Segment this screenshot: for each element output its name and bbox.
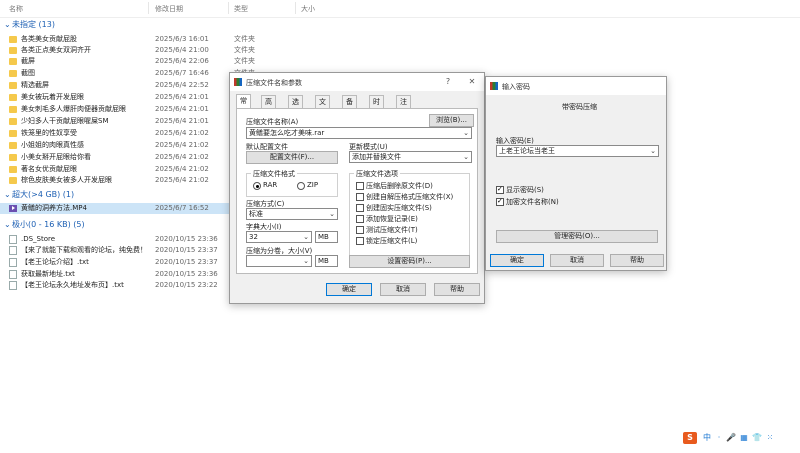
archive-name-input[interactable]: 黄鳝要怎么吃才美味.rar ⌄	[246, 127, 472, 139]
folder-icon	[9, 177, 17, 184]
archive-dialog-titlebar[interactable]: 压缩文件名和参数 ? ✕	[230, 73, 484, 91]
password-cancel-button[interactable]: 取消	[550, 254, 604, 267]
chevron-down-icon: ⌄	[4, 220, 11, 229]
toolbox-icon[interactable]: ⁙	[765, 432, 775, 444]
folder-icon	[9, 70, 17, 77]
chevron-down-icon: ⌄	[4, 190, 11, 199]
update-mode-select[interactable]: 添加并替换文件 ⌄	[349, 151, 472, 163]
tab-options[interactable]: 选项	[288, 95, 303, 118]
browse-button[interactable]: 浏览(B)...	[429, 114, 474, 127]
format-group: 压缩文件格式 RAR ZIP	[246, 169, 338, 197]
format-zip-radio[interactable]	[297, 182, 305, 190]
dict-size-select[interactable]: 32 ⌄	[246, 231, 312, 243]
folder-icon	[9, 154, 17, 161]
chevron-down-icon: ⌄	[329, 210, 335, 218]
folder-icon	[9, 106, 17, 113]
column-name[interactable]: 名称	[9, 4, 23, 14]
winrar-icon	[490, 82, 498, 90]
chevron-down-icon: ⌄	[650, 147, 656, 155]
list-item[interactable]: 截屏 2025/6/4 22:06 文件夹	[0, 56, 800, 67]
file-icon	[9, 235, 17, 244]
folder-icon	[9, 47, 17, 54]
split-size-input[interactable]: ⌄	[246, 255, 312, 267]
archive-name-label: 压缩文件名称(A)	[246, 118, 299, 126]
delete-after-checkbox[interactable]	[356, 182, 364, 190]
password-ok-button[interactable]: 确定	[490, 254, 544, 267]
help-icon[interactable]: ?	[442, 76, 454, 88]
column-type[interactable]: 类型	[234, 4, 248, 14]
file-icon	[9, 258, 17, 267]
file-icon	[9, 270, 17, 279]
folder-icon	[9, 82, 17, 89]
profiles-button[interactable]: 配置文件(F)...	[246, 151, 338, 164]
keyboard-icon[interactable]: ▦	[739, 432, 749, 444]
password-input[interactable]: 上老王论坛当老王 ⌄	[496, 145, 659, 157]
column-header: 名称 修改日期 类型 大小	[0, 0, 800, 18]
test-checkbox[interactable]	[356, 226, 364, 234]
split-unit-select[interactable]: MB	[315, 255, 338, 267]
tab-files[interactable]: 文件	[315, 95, 330, 118]
sogou-ime-icon[interactable]: S	[683, 432, 697, 444]
group-tiny[interactable]: ⌄极小(0 - 16 KB) (5)	[4, 219, 85, 231]
chevron-down-icon: ⌄	[4, 20, 11, 29]
group-unspecified[interactable]: ⌄未指定 (13)	[4, 19, 55, 31]
show-password-checkbox[interactable]	[496, 185, 504, 194]
password-dialog-titlebar[interactable]: 输入密码	[486, 77, 666, 95]
folder-icon	[9, 130, 17, 137]
folder-icon	[9, 94, 17, 101]
tab-general[interactable]: 常规	[236, 94, 251, 117]
tab-time[interactable]: 时间	[369, 95, 384, 118]
winrar-icon	[234, 78, 242, 86]
password-dialog-title: 输入密码	[502, 83, 530, 91]
column-size[interactable]: 大小	[301, 4, 315, 14]
dict-unit-select[interactable]: MB	[315, 231, 338, 243]
format-rar-radio[interactable]	[253, 182, 261, 190]
sfx-checkbox[interactable]	[356, 193, 364, 201]
archive-dialog-title: 压缩文件名和参数	[246, 79, 302, 87]
solid-checkbox[interactable]	[356, 204, 364, 212]
tab-advanced[interactable]: 高级	[261, 95, 276, 118]
list-item[interactable]: 各类美女贡献屁股 2025/6/3 16:01 文件夹	[0, 34, 800, 45]
column-date[interactable]: 修改日期	[155, 4, 183, 14]
folder-icon	[9, 36, 17, 43]
folder-icon	[9, 166, 17, 173]
folder-icon	[9, 58, 17, 65]
method-select[interactable]: 标准 ⌄	[246, 208, 338, 220]
password-dialog: 输入密码 带密码压缩 输入密码(E) 上老王论坛当老王⌄ 显示密码(S) 加密文…	[485, 76, 667, 271]
group-huge[interactable]: ⌄超大(>4 GB) (1)	[4, 189, 74, 201]
general-panel: 压缩文件名称(A) 浏览(B)... 黄鳝要怎么吃才美味.rar ⌄ 默认配置文件…	[236, 108, 478, 274]
chevron-down-icon: ⌄	[463, 129, 469, 137]
cancel-button[interactable]: 取消	[380, 283, 426, 296]
recovery-checkbox[interactable]	[356, 215, 364, 223]
set-password-button[interactable]: 设置密码(P)...	[349, 255, 470, 268]
tab-backup[interactable]: 备份	[342, 95, 357, 118]
file-icon	[9, 281, 17, 290]
folder-icon	[9, 142, 17, 149]
skin-icon[interactable]: 👕	[752, 432, 762, 444]
chevron-down-icon: ⌄	[303, 257, 309, 265]
chevron-down-icon: ⌄	[463, 153, 469, 161]
list-item[interactable]: 各类正点美女双洞齐开 2025/6/4 21:00 文件夹	[0, 45, 800, 56]
chevron-down-icon: ⌄	[303, 233, 309, 241]
password-heading: 带密码压缩	[562, 103, 597, 111]
file-icon	[9, 246, 17, 255]
tab-comment[interactable]: 注释	[396, 95, 411, 118]
ime-mode-icon[interactable]: 中	[702, 432, 712, 444]
manage-passwords-button[interactable]: 管理密码(O)...	[496, 230, 658, 243]
list-item[interactable]: 黄鳝的洞养方法.MP4 2025/6/7 16:52	[0, 203, 230, 214]
video-file-icon	[9, 205, 17, 212]
help-button[interactable]: 帮助	[434, 283, 480, 296]
voice-icon[interactable]: 🎤	[726, 432, 736, 444]
encrypt-filenames-checkbox[interactable]	[496, 197, 504, 206]
lock-checkbox[interactable]	[356, 237, 364, 245]
password-help-button[interactable]: 帮助	[610, 254, 664, 267]
archive-options-group: 压缩文件选项 压缩后删除原文件(D) 创建自解压格式压缩文件(X) 创建固实压缩…	[349, 169, 470, 257]
punctuation-icon[interactable]: ·	[714, 432, 724, 444]
folder-icon	[9, 118, 17, 125]
archive-dialog: 压缩文件名和参数 ? ✕ 常规 高级 选项 文件 备份 时间 注释 压缩文件名称…	[229, 72, 485, 304]
ok-button[interactable]: 确定	[326, 283, 372, 296]
close-icon[interactable]: ✕	[466, 76, 478, 88]
